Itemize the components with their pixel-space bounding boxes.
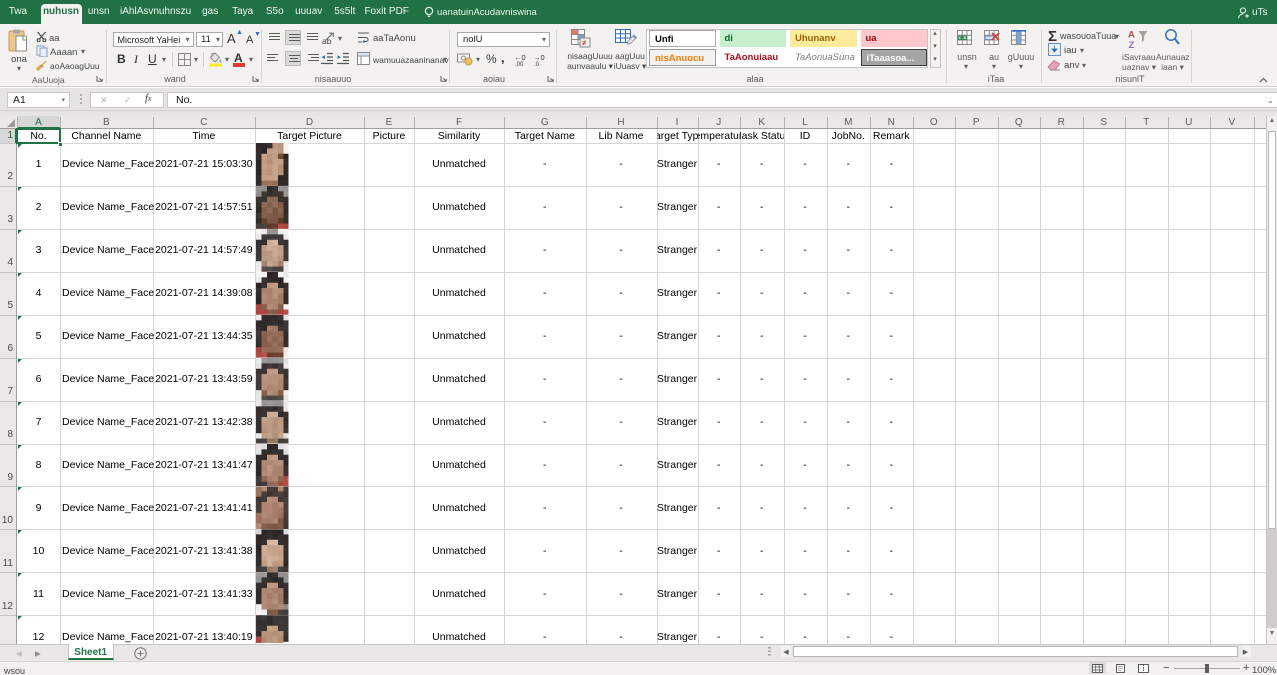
svg-text:.0: .0 (534, 62, 540, 66)
svg-text:.00: .00 (515, 62, 524, 66)
svg-text:A: A (1128, 30, 1135, 41)
svg-text:←0: ←0 (514, 53, 526, 62)
svg-text:Z: Z (1129, 40, 1135, 49)
svg-text:ab: ab (322, 36, 332, 45)
svg-text:≠: ≠ (582, 39, 587, 48)
svg-text:→0: →0 (533, 53, 545, 62)
